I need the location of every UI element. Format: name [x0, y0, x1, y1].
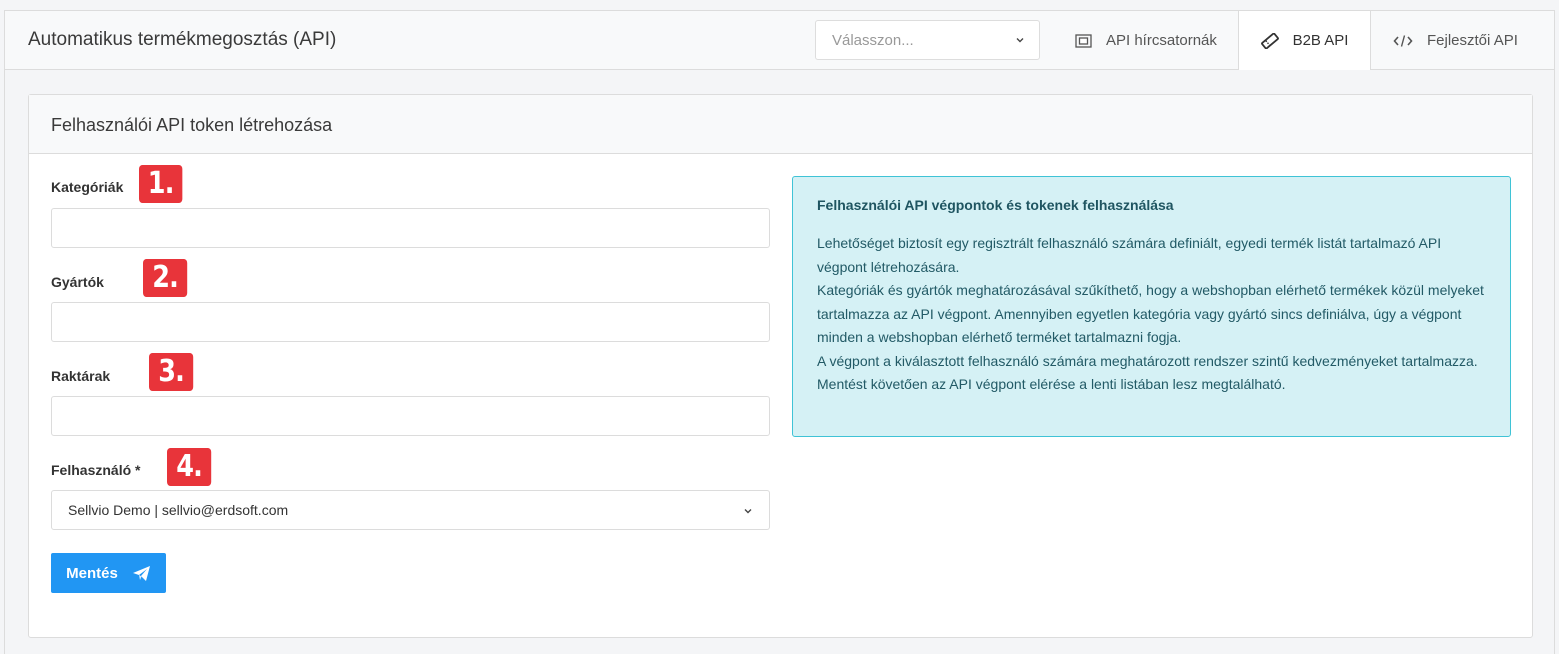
tab-b2b-api[interactable]: B2B API [1238, 10, 1371, 70]
card-header: Felhasználói API token létrehozása [29, 95, 1532, 154]
step-badge-4: 4. [167, 448, 212, 486]
top-bar: Automatikus termékmegosztás (API) Válass… [5, 10, 1554, 70]
tab-developer-api[interactable]: Fejlesztői API [1393, 11, 1518, 70]
warehouses-input[interactable] [51, 396, 770, 436]
tab-developer-api-label: Fejlesztői API [1427, 32, 1518, 49]
expand-icon [1075, 33, 1092, 48]
card-title: Felhasználói API token létrehozása [51, 115, 333, 135]
user-select[interactable]: Sellvio Demo | sellvio@erdsoft.com [51, 490, 770, 530]
send-icon [132, 565, 151, 582]
info-paragraph: Kategóriák és gyártók meghatározásával s… [817, 282, 1484, 345]
chevron-down-icon [1016, 38, 1024, 43]
code-icon [1393, 34, 1413, 48]
manufacturers-label: Gyártók [51, 274, 104, 290]
categories-label: Kategóriák [51, 179, 124, 195]
tab-api-feeds[interactable]: API hírcsatornák [1075, 11, 1217, 70]
top-select-placeholder: Válasszon... [832, 32, 914, 49]
user-label: Felhasználó * [51, 462, 141, 478]
ticket-icon [1260, 32, 1279, 49]
info-title: Felhasználói API végpontok és tokenek fe… [817, 197, 1174, 213]
tab-api-feeds-label: API hírcsatornák [1106, 32, 1217, 49]
info-paragraph: Mentést követően az API végpont elérése … [817, 376, 1286, 392]
info-box: Felhasználói API végpontok és tokenek fe… [792, 176, 1511, 437]
manufacturers-input[interactable] [51, 302, 770, 342]
main-panel: Automatikus termékmegosztás (API) Válass… [4, 10, 1555, 654]
chevron-down-icon [744, 509, 752, 514]
page-title: Automatikus termékmegosztás (API) [28, 29, 337, 50]
step-badge-2: 2. [143, 259, 188, 297]
info-paragraph: A végpont a kiválasztott felhasználó szá… [817, 352, 1478, 369]
save-button[interactable]: Mentés [51, 553, 166, 593]
token-card: Felhasználói API token létrehozása Kateg… [28, 94, 1533, 638]
step-badge-3: 3. [149, 353, 194, 391]
step-badge-1: 1. [139, 165, 183, 203]
warehouses-label: Raktárak [51, 368, 111, 384]
save-button-label: Mentés [66, 564, 118, 582]
categories-input[interactable] [51, 208, 770, 248]
top-select[interactable]: Válasszon... [815, 20, 1040, 60]
tab-b2b-api-label: B2B API [1292, 32, 1349, 49]
user-select-value: Sellvio Demo | sellvio@erdsoft.com [68, 502, 289, 518]
info-paragraph: Lehetőséget biztosít egy regisztrált fel… [817, 235, 1442, 275]
